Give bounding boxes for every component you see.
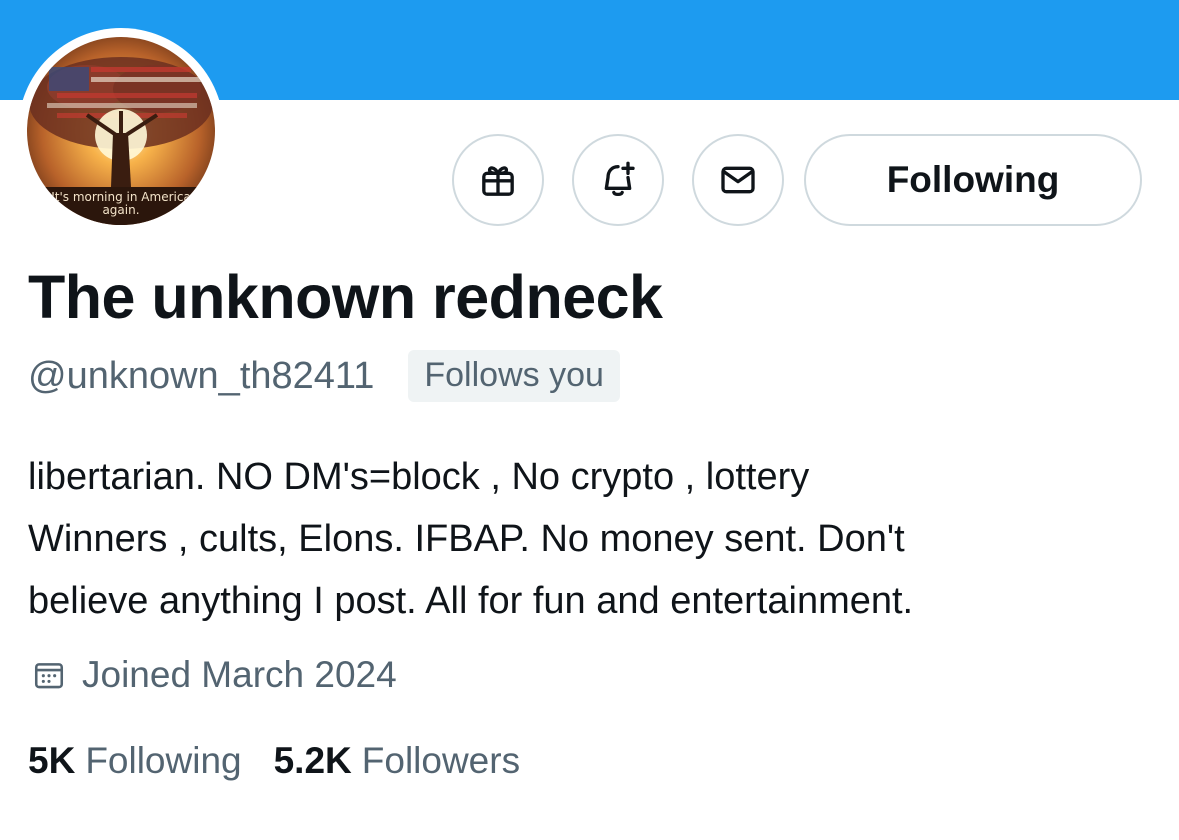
bio-line: Winners , cults, Elons. IFBAP. No money … <box>28 518 905 560</box>
display-name: The unknown redneck <box>28 263 663 331</box>
gift-icon <box>482 166 514 196</box>
following-stat-link[interactable]: 5K Following <box>28 740 242 782</box>
avatar-image: It's morning in America again. <box>27 37 215 225</box>
followers-label: Followers <box>361 740 521 781</box>
bio-line: believe anything I post. All for fun and… <box>28 580 914 622</box>
profile-bio: libertarian. NO DM's=block , No crypto ,… <box>28 446 1158 632</box>
following-count: 5K <box>28 740 76 781</box>
notification-bell-plus-icon <box>604 161 635 197</box>
follows-you-badge: Follows you <box>408 350 620 402</box>
avatar-caption-line2: again. <box>102 203 140 217</box>
follow-stats: 5K Following 5.2K Followers <box>28 740 520 782</box>
following-label: Following <box>85 740 242 781</box>
followers-count: 5.2K <box>273 740 352 781</box>
avatar[interactable]: It's morning in America again. <box>18 28 224 234</box>
notifications-button[interactable] <box>572 134 664 226</box>
gift-button[interactable] <box>452 134 544 226</box>
followers-stat-link[interactable]: 5.2K Followers <box>274 740 520 782</box>
bio-line: libertarian. NO DM's=block , No crypto ,… <box>28 456 810 498</box>
joined-date: Joined March 2024 <box>32 654 397 696</box>
message-button[interactable] <box>692 134 784 226</box>
profile-actions: Following <box>452 134 1142 226</box>
profile-page: It's morning in America again. Following… <box>0 0 1179 840</box>
joined-text: Joined March 2024 <box>82 654 397 695</box>
following-button[interactable]: Following <box>804 134 1142 226</box>
message-envelope-icon <box>721 166 755 194</box>
calendar-icon <box>34 663 64 689</box>
handle-row: @unknown_th82411 Follows you <box>28 350 620 402</box>
username-handle: @unknown_th82411 <box>28 354 375 397</box>
